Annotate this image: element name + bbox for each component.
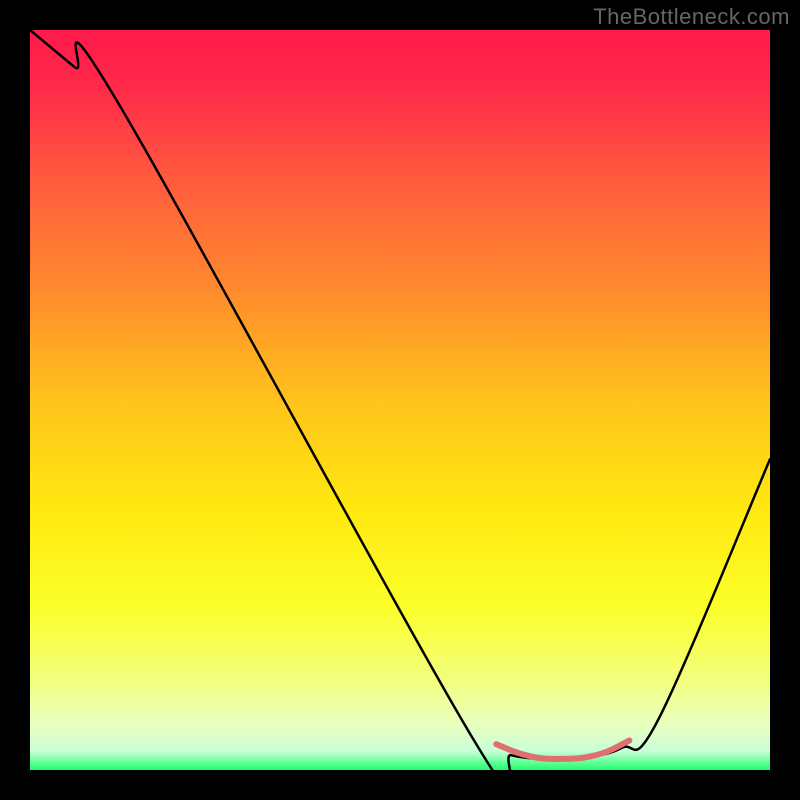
plot-area [30, 30, 770, 770]
chart-svg [30, 30, 770, 770]
watermark-text: TheBottleneck.com [593, 4, 790, 30]
